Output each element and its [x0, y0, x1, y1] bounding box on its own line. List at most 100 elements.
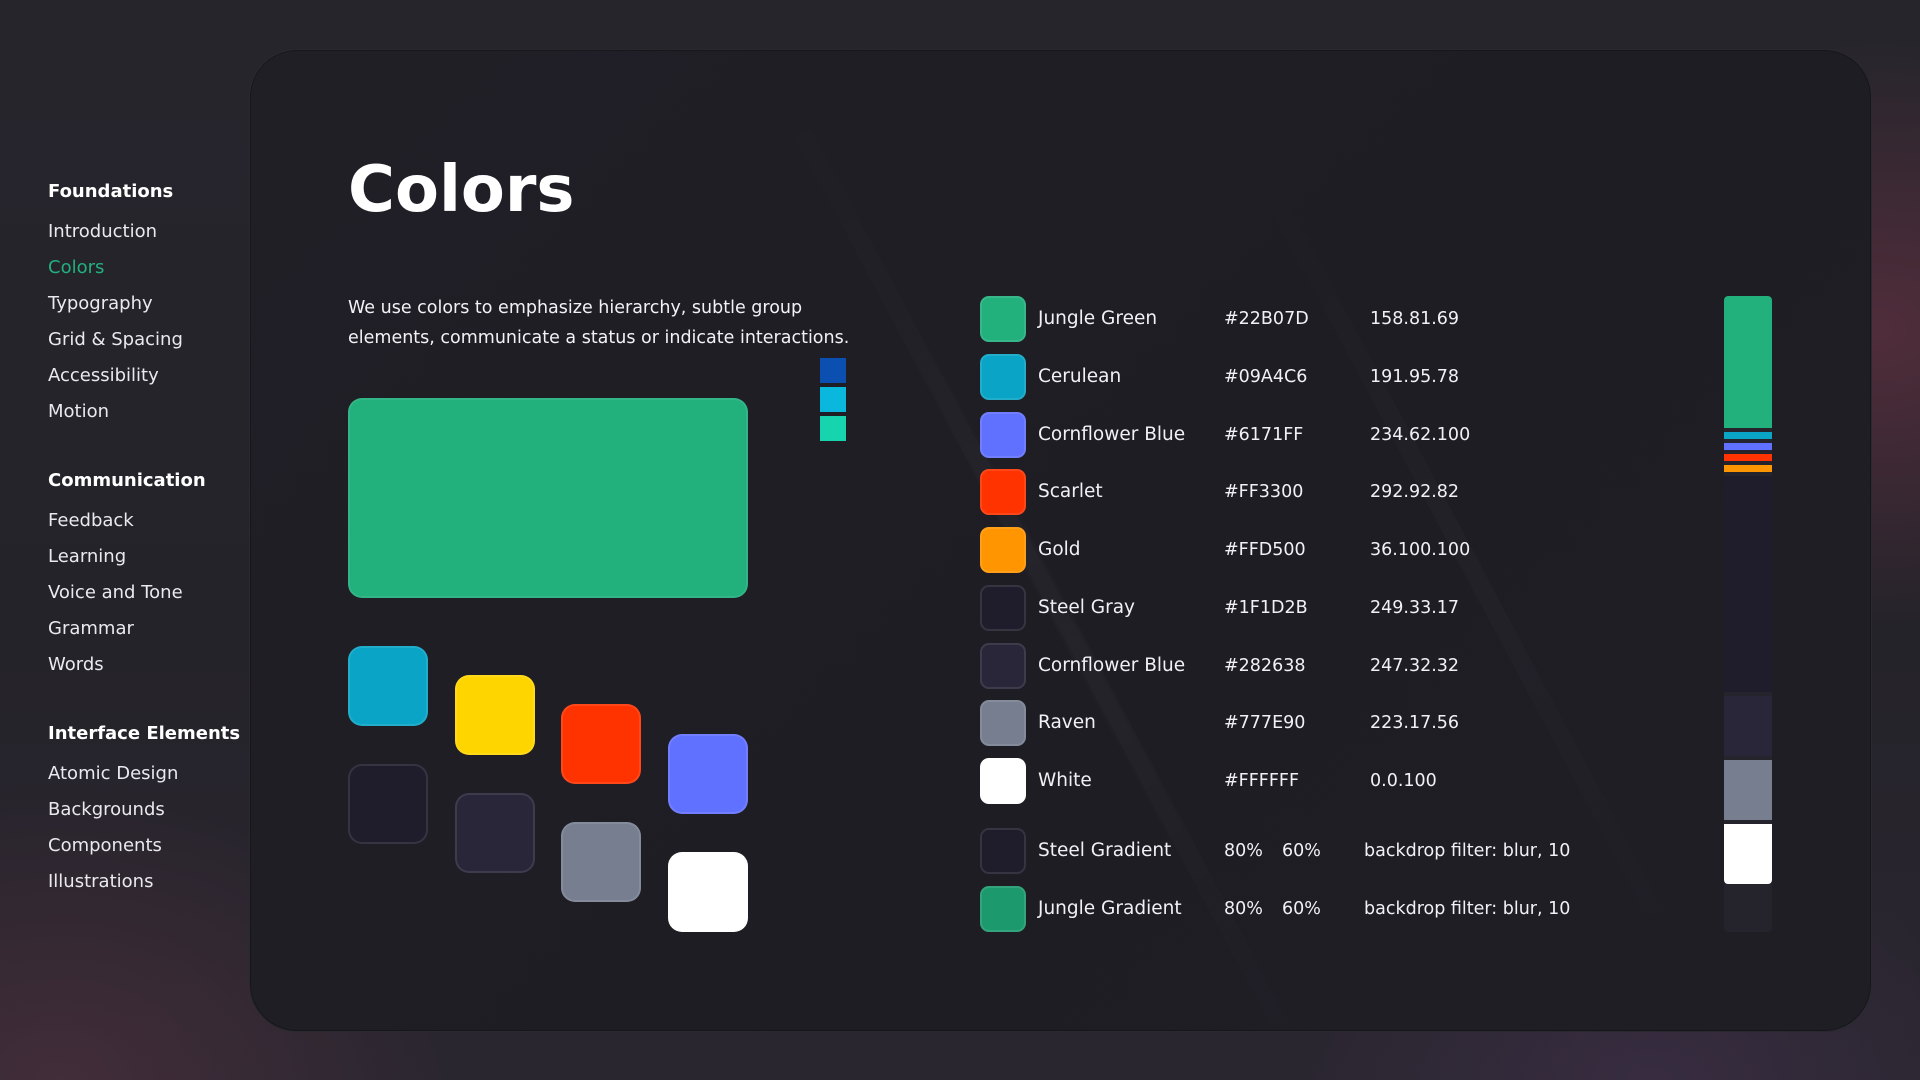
color-chip	[980, 469, 1026, 515]
color-name: Steel Gray	[1038, 597, 1136, 618]
sidebar-item-words[interactable]: Words	[48, 647, 248, 683]
color-row-cornflower-blue[interactable]: Cornflower Blue #6171FF 234.62.100	[980, 412, 1620, 458]
swatch-gold[interactable]	[455, 675, 535, 755]
swatch-cerulean[interactable]	[348, 646, 428, 726]
nav-group-interface-elements: Interface Elements Atomic Design Backgro…	[48, 720, 248, 900]
gradient-name: Jungle Gradient	[1038, 898, 1182, 919]
sidebar-nav: Foundations Introduction Colors Typograp…	[48, 178, 248, 937]
nav-group-foundations: Foundations Introduction Colors Typograp…	[48, 178, 248, 430]
gradient-effect: backdrop filter: blur, 10	[1364, 841, 1571, 861]
nav-group-communication: Communication Feedback Learning Voice an…	[48, 467, 248, 683]
color-name: Jungle Green	[1038, 308, 1158, 329]
page-title: Colors	[348, 153, 575, 227]
color-name: Scarlet	[1038, 481, 1103, 502]
color-value: 36.100.100	[1370, 540, 1471, 560]
color-value: 292.92.82	[1370, 482, 1460, 502]
mini-swatch-teal	[820, 416, 846, 441]
gradient-stop-2: 60%	[1282, 841, 1321, 861]
color-row-raven[interactable]: Raven #777E90 223.17.56	[980, 700, 1620, 746]
swatch-hero[interactable]	[348, 398, 748, 598]
color-value: 234.62.100	[1370, 425, 1471, 445]
color-hex: #FF3300	[1224, 482, 1304, 502]
proportion-segment	[1724, 476, 1772, 692]
sidebar-item-accessibility[interactable]: Accessibility	[48, 358, 248, 394]
color-value: 191.95.78	[1370, 367, 1460, 387]
swatch-white[interactable]	[668, 852, 748, 932]
gradient-stop-1: 80%	[1224, 841, 1263, 861]
color-proportion-bar	[1724, 296, 1772, 932]
sidebar-item-typography[interactable]: Typography	[48, 286, 248, 322]
nav-heading-communication: Communication	[48, 470, 206, 491]
mini-swatch-cyan	[820, 387, 846, 412]
proportion-segment	[1724, 296, 1772, 428]
proportion-segment	[1724, 432, 1772, 439]
gradient-stop-2: 60%	[1282, 899, 1321, 919]
color-chip	[980, 527, 1026, 573]
color-row-jungle-green[interactable]: Jungle Green #22B07D 158.81.69	[980, 296, 1620, 342]
color-hex: #09A4C6	[1224, 367, 1308, 387]
gradient-row-jungle[interactable]: Jungle Gradient 80% 60% backdrop filter:…	[980, 886, 1620, 932]
sidebar-item-backgrounds[interactable]: Backgrounds	[48, 792, 248, 828]
sidebar-item-grid-spacing[interactable]: Grid & Spacing	[48, 322, 248, 358]
swatch-cornflower-blue[interactable]	[668, 734, 748, 814]
color-chip	[980, 354, 1026, 400]
swatch-dark-cornflower[interactable]	[455, 793, 535, 873]
sidebar-item-illustrations[interactable]: Illustrations	[48, 864, 248, 900]
proportion-segment	[1724, 454, 1772, 461]
proportion-segment	[1724, 465, 1772, 472]
color-name: Cornflower Blue	[1038, 655, 1186, 676]
color-row-gold[interactable]: Gold #FFD500 36.100.100	[980, 527, 1620, 573]
gradient-chip	[980, 886, 1026, 932]
gradient-stop-1: 80%	[1224, 899, 1263, 919]
swatch-scarlet[interactable]	[561, 704, 641, 784]
sidebar-item-voice-and-tone[interactable]: Voice and Tone	[48, 575, 248, 611]
swatch-raven[interactable]	[561, 822, 641, 902]
color-chip	[980, 585, 1026, 631]
proportion-segment	[1724, 696, 1772, 756]
color-row-white[interactable]: White #FFFFFF 0.0.100	[980, 758, 1620, 804]
color-chip	[980, 296, 1026, 342]
sidebar-item-motion[interactable]: Motion	[48, 394, 248, 430]
color-row-steel-gray[interactable]: Steel Gray #1F1D2B 249.33.17	[980, 585, 1620, 631]
sidebar-item-learning[interactable]: Learning	[48, 539, 248, 575]
color-value: 223.17.56	[1370, 713, 1460, 733]
swatch-steel-gray[interactable]	[348, 764, 428, 844]
color-value: 0.0.100	[1370, 771, 1437, 791]
gradient-row-steel[interactable]: Steel Gradient 80% 60% backdrop filter: …	[980, 828, 1620, 874]
gradient-name: Steel Gradient	[1038, 840, 1172, 861]
gradient-effect: backdrop filter: blur, 10	[1364, 899, 1571, 919]
color-name: Gold	[1038, 539, 1081, 560]
color-row-scarlet[interactable]: Scarlet #FF3300 292.92.82	[980, 469, 1620, 515]
color-value: 249.33.17	[1370, 598, 1460, 618]
color-chip	[980, 758, 1026, 804]
proportion-segment	[1724, 760, 1772, 820]
color-value: 158.81.69	[1370, 309, 1460, 329]
proportion-segment	[1724, 443, 1772, 450]
color-name: White	[1038, 770, 1092, 791]
color-row-cornflower-blue-dark[interactable]: Cornflower Blue #282638 247.32.32	[980, 643, 1620, 689]
sidebar-item-feedback[interactable]: Feedback	[48, 503, 248, 539]
color-hex: #777E90	[1224, 713, 1306, 733]
color-name: Cornflower Blue	[1038, 424, 1186, 445]
color-hex: #FFFFFF	[1224, 771, 1300, 791]
sidebar-item-components[interactable]: Components	[48, 828, 248, 864]
color-hex: #1F1D2B	[1224, 598, 1308, 618]
color-hex: #6171FF	[1224, 425, 1304, 445]
nav-heading-foundations: Foundations	[48, 181, 174, 202]
mini-swatch-blue	[820, 358, 846, 383]
proportion-segment	[1724, 824, 1772, 884]
nav-heading-interface-elements: Interface Elements	[48, 723, 241, 744]
color-hex: #282638	[1224, 656, 1306, 676]
sidebar-item-atomic-design[interactable]: Atomic Design	[48, 756, 248, 792]
color-chip	[980, 643, 1026, 689]
color-row-cerulean[interactable]: Cerulean #09A4C6 191.95.78	[980, 354, 1620, 400]
color-name: Cerulean	[1038, 366, 1122, 387]
color-chip	[980, 700, 1026, 746]
sidebar-item-grammar[interactable]: Grammar	[48, 611, 248, 647]
color-chip	[980, 412, 1026, 458]
page-description: We use colors to emphasize hierarchy, su…	[348, 298, 850, 348]
color-hex: #FFD500	[1224, 540, 1306, 560]
sidebar-item-introduction[interactable]: Introduction	[48, 214, 248, 250]
sidebar-item-colors[interactable]: Colors	[48, 250, 248, 286]
color-hex: #22B07D	[1224, 309, 1309, 329]
